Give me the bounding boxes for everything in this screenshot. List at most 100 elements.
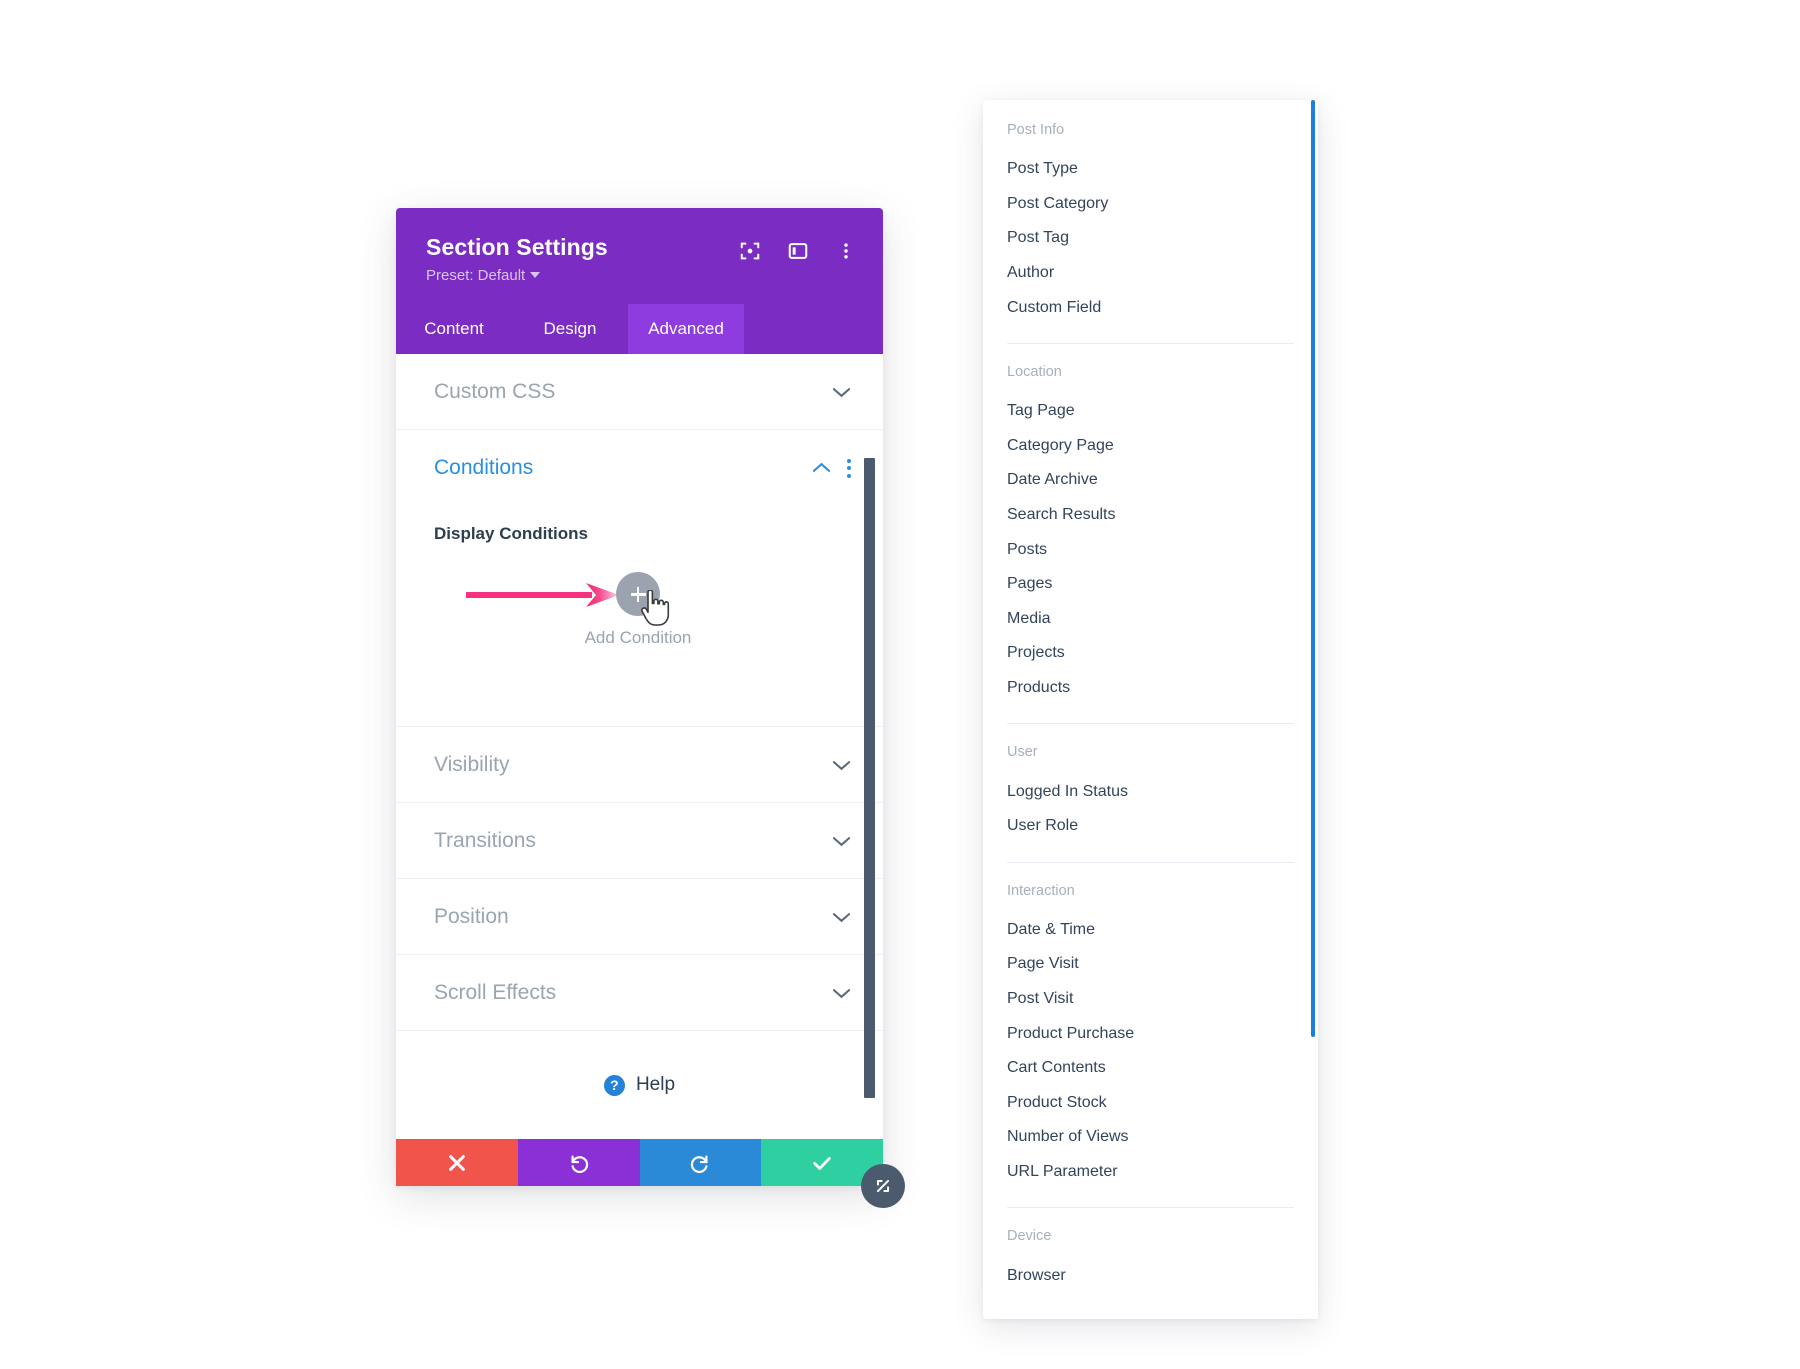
dropdown-item-date-archive[interactable]: Date Archive: [983, 463, 1318, 498]
dropdown-divider: [1007, 1207, 1294, 1209]
chevron-up-icon[interactable]: [812, 462, 831, 474]
chevron-down-icon: [832, 989, 851, 999]
undo-button[interactable]: [517, 1139, 640, 1187]
display-conditions-label: Display Conditions: [434, 524, 588, 544]
accordion-label-visibility: Visibility: [434, 752, 510, 776]
annotation-arrow: [466, 583, 619, 608]
dropdown-item-cart-contents[interactable]: Cart Contents: [983, 1051, 1318, 1086]
add-condition-area: Add Condition: [434, 570, 845, 680]
preset-label: Preset: Default: [426, 267, 526, 285]
modal-header-actions: [739, 240, 857, 262]
page-title: Section Settings: [426, 234, 608, 260]
dropdown-item-custom-field[interactable]: Custom Field: [983, 290, 1318, 325]
accordion-controls-transitions: [832, 835, 851, 847]
accordion-label-transitions: Transitions: [434, 828, 536, 852]
conditions-more-options-icon[interactable]: [847, 458, 851, 478]
dropdown-item-browser[interactable]: Browser: [983, 1258, 1318, 1293]
accordion-visibility[interactable]: Visibility: [396, 727, 883, 804]
dropdown-item-post-category[interactable]: Post Category: [983, 187, 1318, 222]
modal-action-bar: [396, 1139, 883, 1187]
help-label: Help: [635, 1074, 676, 1096]
dropdown-group-location: Location Tag Page Category Page Date Arc…: [983, 364, 1318, 705]
dropdown-group-title: User: [1007, 744, 1038, 761]
dropdown-item-product-purchase[interactable]: Product Purchase: [983, 1016, 1318, 1051]
section-settings-modal: Section Settings Preset: Default Content…: [396, 208, 905, 1209]
dropdown-item-tag-page[interactable]: Tag Page: [983, 394, 1318, 429]
condition-type-dropdown: Post Info Post Type Post Category Post T…: [983, 100, 1318, 1319]
dropdown-scrollbar[interactable]: [1311, 100, 1315, 1037]
dropdown-item-search-results[interactable]: Search Results: [983, 498, 1318, 533]
dropdown-group-post-info: Post Info Post Type Post Category Post T…: [983, 122, 1318, 325]
dropdown-group-user: User Logged In Status User Role: [983, 744, 1318, 843]
dropdown-group-title: Device: [1007, 1228, 1052, 1245]
dropdown-item-product-stock[interactable]: Product Stock: [983, 1085, 1318, 1120]
preset-selector[interactable]: Preset: Default: [426, 267, 608, 284]
chevron-down-icon: [832, 913, 851, 923]
accordion-custom-css[interactable]: Custom CSS: [396, 354, 883, 431]
dropdown-item-post-tag[interactable]: Post Tag: [983, 221, 1318, 256]
accordion-scroll-effects[interactable]: Scroll Effects: [396, 955, 883, 1032]
dropdown-group-title: Interaction: [1007, 882, 1075, 899]
accordion-label-scroll-effects: Scroll Effects: [434, 980, 557, 1004]
dropdown-group-title: Location: [1007, 363, 1062, 380]
dropdown-group-interaction: Interaction Date & Time Page Visit Post …: [983, 883, 1318, 1190]
dropdown-divider: [1007, 861, 1294, 863]
dropdown-item-user-role[interactable]: User Role: [983, 809, 1318, 844]
accordion-label-custom-css: Custom CSS: [434, 379, 556, 403]
modal-resize-handle[interactable]: [861, 1164, 905, 1209]
dropdown-item-page-visit[interactable]: Page Visit: [983, 947, 1318, 982]
modal-tabs: Content Design Advanced: [396, 304, 883, 355]
dropdown-item-post-type[interactable]: Post Type: [983, 152, 1318, 187]
dropdown-item-posts[interactable]: Posts: [983, 532, 1318, 567]
tab-content[interactable]: Content: [396, 304, 512, 354]
dropdown-divider: [1007, 342, 1294, 344]
accordion-conditions[interactable]: Conditions: [396, 430, 883, 507]
dropdown-item-projects[interactable]: Projects: [983, 636, 1318, 671]
undo-icon: [571, 1155, 588, 1173]
add-condition-button[interactable]: [616, 572, 660, 617]
accordion-controls-scroll-effects: [832, 987, 851, 999]
dropdown-divider: [1007, 723, 1294, 725]
chevron-down-icon: [530, 272, 541, 279]
redo-icon: [691, 1155, 708, 1173]
tab-advanced[interactable]: Advanced: [628, 304, 744, 355]
modal-header-titles: Section Settings Preset: Default: [426, 234, 608, 284]
accordion-label-conditions: Conditions: [434, 456, 534, 480]
dropdown-item-media[interactable]: Media: [983, 602, 1318, 637]
dropdown-item-logged-in-status[interactable]: Logged In Status: [983, 774, 1318, 809]
dropdown-group-title: Post Info: [1007, 122, 1065, 138]
help-row[interactable]: ? Help: [396, 1031, 883, 1140]
modal-scrollbar[interactable]: [864, 458, 875, 1098]
chevron-down-icon: [832, 837, 851, 847]
close-icon: [448, 1155, 465, 1171]
layout-panel-icon[interactable]: [787, 240, 809, 262]
conditions-panel: Display Conditions Add Condition: [396, 506, 883, 728]
more-options-icon[interactable]: [835, 240, 857, 262]
focus-target-icon[interactable]: [739, 240, 761, 262]
redo-button[interactable]: [639, 1139, 762, 1187]
chevron-down-icon: [832, 761, 851, 771]
accordion-controls-position: [832, 911, 851, 923]
dropdown-item-number-of-views[interactable]: Number of Views: [983, 1120, 1318, 1155]
accordion-controls-custom-css: [832, 386, 851, 398]
accordion-position[interactable]: Position: [396, 879, 883, 956]
discard-button[interactable]: [396, 1139, 518, 1187]
add-condition-label: Add Condition: [584, 628, 692, 648]
chevron-down-icon: [832, 388, 851, 398]
dropdown-item-category-page[interactable]: Category Page: [983, 429, 1318, 464]
check-icon: [813, 1156, 831, 1170]
dropdown-item-products[interactable]: Products: [983, 671, 1318, 706]
dropdown-item-author[interactable]: Author: [983, 256, 1318, 291]
accordion-controls-visibility: [832, 759, 851, 771]
dropdown-item-date-time[interactable]: Date & Time: [983, 913, 1318, 948]
dropdown-group-device: Device Browser: [983, 1228, 1318, 1293]
accordion-transitions[interactable]: Transitions: [396, 803, 883, 880]
dropdown-item-pages[interactable]: Pages: [983, 567, 1318, 602]
dropdown-item-post-visit[interactable]: Post Visit: [983, 982, 1318, 1017]
tab-design[interactable]: Design: [512, 304, 628, 354]
resize-diagonal-icon: [876, 1180, 890, 1193]
modal-header: Section Settings Preset: Default: [396, 208, 883, 305]
accordion-label-position: Position: [434, 904, 509, 928]
dropdown-item-url-parameter[interactable]: URL Parameter: [983, 1155, 1318, 1190]
accordion-controls-conditions: [812, 458, 851, 478]
